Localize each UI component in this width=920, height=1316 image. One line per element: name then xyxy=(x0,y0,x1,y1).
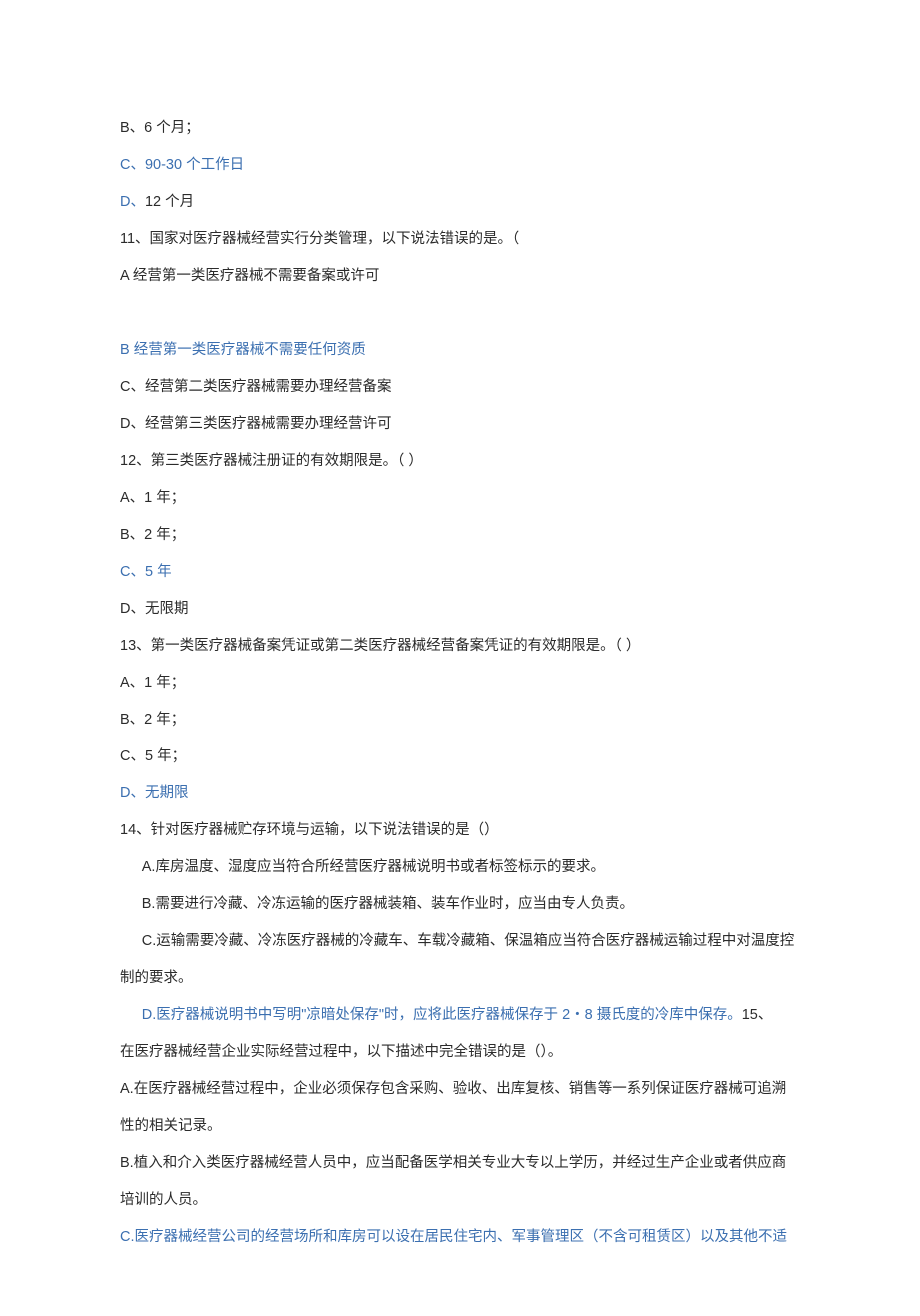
text-line: C.运输需要冷藏、冷冻医疗器械的冷藏车、车载冷藏箱、保温箱应当符合医疗器械运输过… xyxy=(120,923,800,960)
text-line: C、90-30 个工作日 xyxy=(120,147,800,184)
text-line: C、5 年； xyxy=(120,738,800,775)
text-segment: D、 xyxy=(120,194,145,210)
text-line: 制的要求。 xyxy=(120,960,800,997)
text-line: 14、针对医疗器械贮存环境与运输，以下说法错误的是（） xyxy=(120,812,800,849)
document-page: B、6 个月；C、90-30 个工作日D、12 个月11、国家对医疗器械经营实行… xyxy=(0,0,920,1316)
text-line: B 经营第一类医疗器械不需要任何资质 xyxy=(120,332,800,369)
text-line: C.医疗器械经营公司的经营场所和库房可以设在居民住宅内、军事管理区（不含可租赁区… xyxy=(120,1219,800,1256)
text-line: 性的相关记录。 xyxy=(120,1108,800,1145)
text-line: 12、第三类医疗器械注册证的有效期限是。（ ） xyxy=(120,443,800,480)
text-line: A、1 年； xyxy=(120,480,800,517)
text-segment: 12 个月 xyxy=(145,194,194,210)
text-line: B、2 年； xyxy=(120,517,800,554)
text-line: D、无限期 xyxy=(120,591,800,628)
text-line: B、2 年； xyxy=(120,702,800,739)
text-line: A.库房温度、湿度应当符合所经营医疗器械说明书或者标签标示的要求。 xyxy=(120,849,800,886)
text-line xyxy=(120,295,800,332)
text-segment: D.医疗器械说明书中写明"凉暗处保存"时，应将此医疗器械保存于 2・8 摄氏度的… xyxy=(142,1007,742,1023)
text-line: D.医疗器械说明书中写明"凉暗处保存"时，应将此医疗器械保存于 2・8 摄氏度的… xyxy=(120,997,800,1034)
text-line: B、6 个月； xyxy=(120,110,800,147)
text-line: C、5 年 xyxy=(120,554,800,591)
text-line: B.需要进行冷藏、冷冻运输的医疗器械装箱、装车作业时，应当由专人负责。 xyxy=(120,886,800,923)
text-line: D、无期限 xyxy=(120,775,800,812)
text-line: 11、国家对医疗器械经营实行分类管理，以下说法错误的是。（ xyxy=(120,221,800,258)
text-line: A 经营第一类医疗器械不需要备案或许可 xyxy=(120,258,800,295)
text-line: D、12 个月 xyxy=(120,184,800,221)
text-line: C、经营第二类医疗器械需要办理经营备案 xyxy=(120,369,800,406)
text-line: 13、第一类医疗器械备案凭证或第二类医疗器械经营备案凭证的有效期限是。（ ） xyxy=(120,628,800,665)
text-segment: 15、 xyxy=(742,1007,773,1023)
text-line: D、经营第三类医疗器械需要办理经营许可 xyxy=(120,406,800,443)
text-line: B.植入和介入类医疗器械经营人员中，应当配备医学相关专业大专以上学历，并经过生产… xyxy=(120,1145,800,1182)
text-line: 在医疗器械经营企业实际经营过程中，以下描述中完全错误的是（）。 xyxy=(120,1034,800,1071)
text-line: A、1 年； xyxy=(120,665,800,702)
text-line: A.在医疗器械经营过程中，企业必须保存包含采购、验收、出库复核、销售等一系列保证… xyxy=(120,1071,800,1108)
text-line: 培训的人员。 xyxy=(120,1182,800,1219)
